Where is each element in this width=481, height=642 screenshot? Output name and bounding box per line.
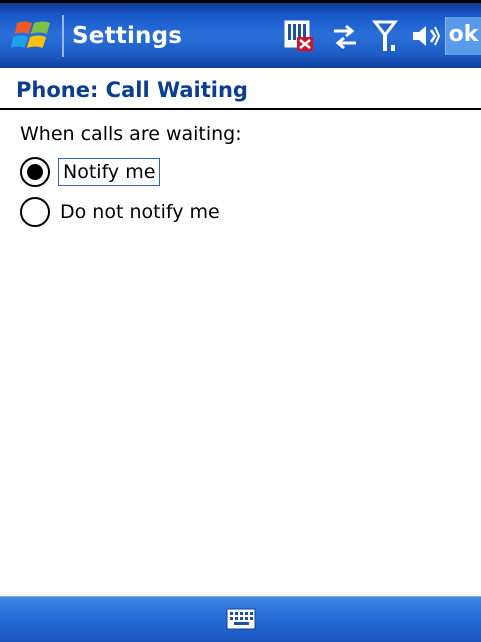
title-separator: [62, 15, 64, 57]
radio-notify-me[interactable]: Notify me: [20, 155, 161, 189]
app-title: Settings: [72, 23, 183, 49]
ok-button[interactable]: ok: [445, 17, 481, 55]
radio-label-notify-me[interactable]: Notify me: [58, 158, 161, 186]
sim-card-missing-icon[interactable]: [283, 19, 315, 53]
heading-divider: [0, 108, 481, 110]
call-waiting-prompt: When calls are waiting:: [20, 123, 242, 145]
title-bar: Settings ok: [0, 0, 481, 68]
radio-button-unselected[interactable]: [20, 197, 50, 227]
radio-label-do-not-notify-me[interactable]: Do not notify me: [60, 199, 220, 225]
connectivity-icon[interactable]: [330, 23, 360, 51]
menu-bar: [0, 596, 481, 642]
keyboard-icon[interactable]: [226, 607, 256, 631]
page-title: Phone: Call Waiting: [16, 78, 248, 102]
speaker-volume-icon[interactable]: [410, 21, 440, 51]
radio-button-selected[interactable]: [20, 157, 50, 187]
radio-do-not-notify-me[interactable]: Do not notify me: [20, 195, 220, 229]
windows-start-icon[interactable]: [8, 17, 52, 55]
signal-antenna-icon[interactable]: [372, 19, 400, 53]
